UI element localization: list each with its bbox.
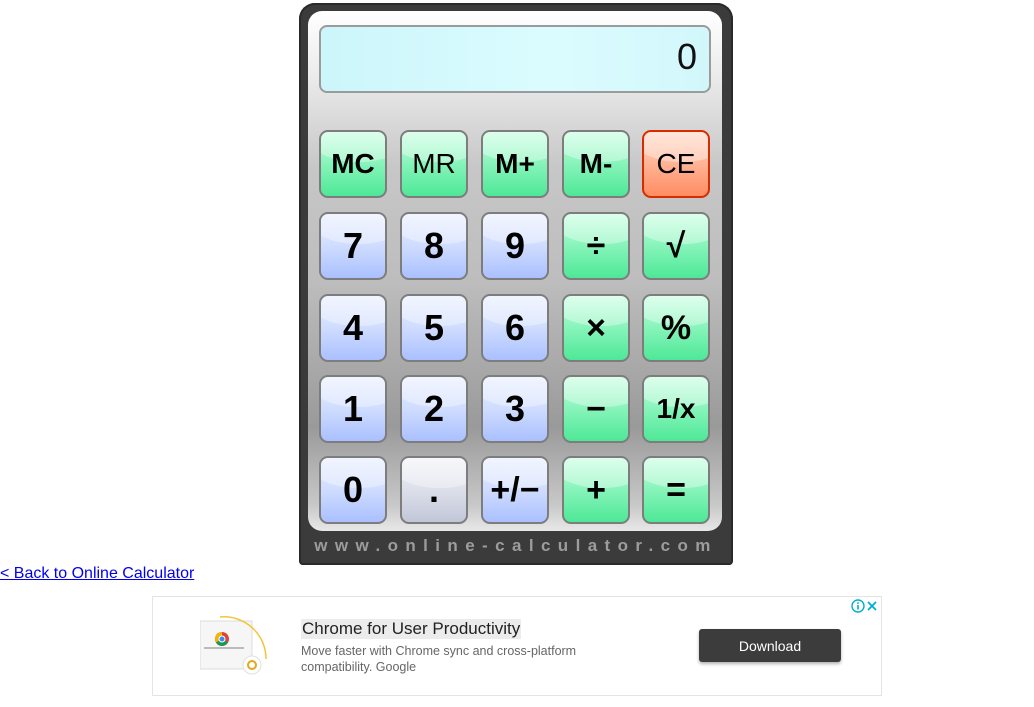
clear-entry-button[interactable]: CE [642, 130, 710, 198]
digit-6-button[interactable]: 6 [481, 294, 549, 362]
digit-9-button[interactable]: 9 [481, 212, 549, 280]
ad-download-button[interactable]: Download [699, 629, 841, 662]
square-root-label: √ [666, 226, 686, 265]
decimal-point-button[interactable]: . [400, 456, 468, 524]
digit-6-label: 6 [504, 307, 526, 348]
clear-entry-label: CE [656, 148, 696, 179]
brand-text: www.online-calculator.com [314, 536, 718, 555]
reciprocal-label: 1/x [656, 393, 696, 424]
memory-clear-button[interactable]: MC [319, 130, 387, 198]
divide-label: ÷ [586, 226, 606, 265]
digit-4-button[interactable]: 4 [319, 294, 387, 362]
digit-8-label: 8 [423, 225, 445, 266]
digit-8-button[interactable]: 8 [400, 212, 468, 280]
square-root-button[interactable]: √ [642, 212, 710, 280]
digit-1-button[interactable]: 1 [319, 375, 387, 443]
digit-3-label: 3 [504, 388, 526, 429]
digit-2-button[interactable]: 2 [400, 375, 468, 443]
ad-description: Move faster with Chrome sync and cross-p… [301, 644, 577, 674]
plus-button[interactable]: + [562, 456, 630, 524]
reciprocal-button[interactable]: 1/x [642, 375, 710, 443]
percent-label: % [660, 308, 692, 347]
memory-add-button[interactable]: M+ [481, 130, 549, 198]
minus-label: − [586, 389, 606, 428]
digit-0-button[interactable]: 0 [319, 456, 387, 524]
advertisement[interactable]: Chrome for User Productivity Move faster… [152, 596, 882, 696]
memory-recall-button[interactable]: MR [400, 130, 468, 198]
plus-minus-label: +/− [490, 470, 540, 509]
ad-close-icon[interactable] [865, 599, 879, 618]
decimal-point-label: . [428, 469, 439, 510]
memory-recall-label: MR [412, 148, 456, 179]
calculator-face: 0 MC MR M+ M- CE 7 8 9 ÷ √ 4 5 6 × % 1 2… [308, 11, 722, 531]
digit-5-label: 5 [423, 307, 445, 348]
digit-3-button[interactable]: 3 [481, 375, 549, 443]
plus-minus-button[interactable]: +/− [481, 456, 549, 524]
equals-label: = [666, 470, 686, 509]
minus-button[interactable]: − [562, 375, 630, 443]
ad-info-icon[interactable] [851, 599, 865, 618]
multiply-button[interactable]: × [562, 294, 630, 362]
plus-label: + [586, 470, 606, 509]
percent-button[interactable]: % [642, 294, 710, 362]
calculator-display: 0 [319, 25, 711, 93]
memory-clear-label: MC [331, 148, 375, 179]
calculator: 0 MC MR M+ M- CE 7 8 9 ÷ √ 4 5 6 × % 1 2… [299, 3, 733, 565]
memory-subtract-button[interactable]: M- [562, 130, 630, 198]
chrome-logo-icon [215, 632, 229, 646]
memory-subtract-label: M- [579, 148, 613, 179]
ad-thumbnail [199, 615, 270, 677]
digit-7-button[interactable]: 7 [319, 212, 387, 280]
digit-2-label: 2 [423, 388, 445, 429]
digit-0-label: 0 [342, 469, 364, 510]
digit-7-label: 7 [342, 225, 364, 266]
digit-5-button[interactable]: 5 [400, 294, 468, 362]
digit-9-label: 9 [504, 225, 526, 266]
back-to-calculator-link[interactable]: < Back to Online Calculator [0, 565, 194, 583]
digit-4-label: 4 [342, 307, 364, 348]
ad-title[interactable]: Chrome for User Productivity [301, 619, 522, 639]
digit-1-label: 1 [342, 388, 364, 429]
divide-button[interactable]: ÷ [562, 212, 630, 280]
multiply-label: × [586, 308, 606, 347]
memory-add-label: M+ [495, 148, 535, 179]
equals-button[interactable]: = [642, 456, 710, 524]
